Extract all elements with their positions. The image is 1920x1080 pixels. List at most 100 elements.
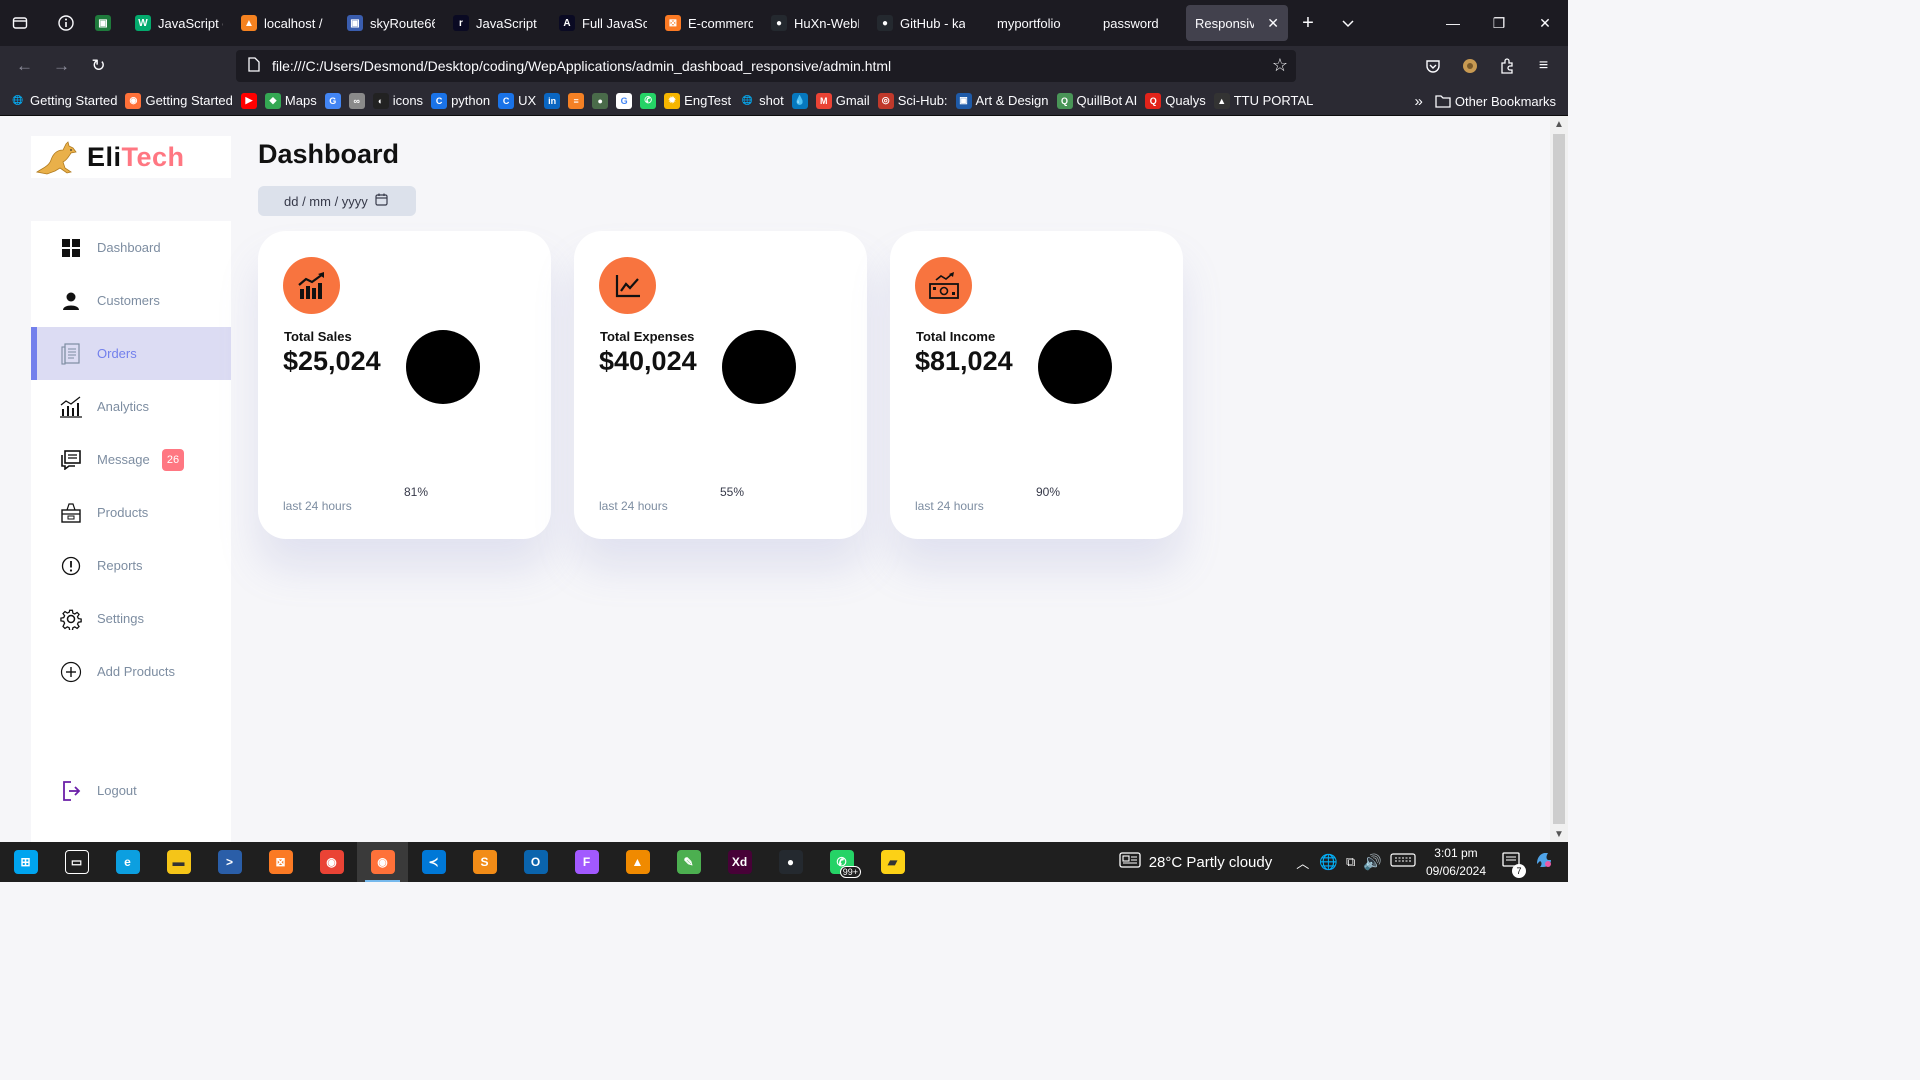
weather-text[interactable]: 28°C Partly cloudy <box>1149 854 1273 871</box>
taskbar-app[interactable]: O <box>510 842 561 882</box>
bookmark-item[interactable]: ◐ icons <box>372 92 423 109</box>
minimize-icon[interactable]: — <box>1430 0 1476 46</box>
other-bookmarks[interactable]: Other Bookmarks <box>1435 94 1556 109</box>
taskbar-app[interactable]: Xd <box>714 842 765 882</box>
sidebar-item-analytics[interactable]: Analytics <box>31 380 231 433</box>
bookmark-item[interactable]: Cpython <box>431 92 490 109</box>
bookmark-item[interactable]: M Gmail <box>815 92 870 109</box>
bookmark-item[interactable]: 💧 <box>791 92 808 109</box>
sidebar-item-dashboard[interactable]: Dashboard <box>31 221 231 274</box>
pinned-tab[interactable]: ▣ <box>86 5 126 41</box>
taskbar-app[interactable]: ▰ <box>867 842 918 882</box>
close-window-icon[interactable]: ✕ <box>1522 0 1568 46</box>
bookmark-item[interactable]: C UX <box>498 92 536 109</box>
browser-tab[interactable]: ▣ skyRoute66 <box>338 5 444 41</box>
browser-tab[interactable]: password <box>1080 5 1186 41</box>
taskbar-app[interactable]: ◉ <box>306 842 357 882</box>
copilot-icon[interactable] <box>1534 850 1554 874</box>
calendar-icon[interactable] <box>375 193 388 209</box>
new-tab-icon[interactable]: + <box>1288 0 1328 46</box>
bookmark-item[interactable]: ▣ Art & Design <box>955 92 1049 109</box>
taskbar-app[interactable]: ✎ <box>663 842 714 882</box>
sidebar-item-customers[interactable]: Customers <box>31 274 231 327</box>
browser-tab[interactable]: ⊠ E-commerc <box>656 5 762 41</box>
logo[interactable]: EliTech <box>31 136 231 178</box>
bookmark-item[interactable]: ◉ Getting Started <box>125 92 233 109</box>
bookmarks-overflow-icon[interactable]: » <box>1415 93 1423 110</box>
scroll-up-icon[interactable]: ▲ <box>1550 116 1568 132</box>
bookmark-item[interactable]: ▶ <box>240 92 257 109</box>
forward-arrow-icon[interactable]: → <box>43 46 80 86</box>
bookmark-item[interactable]: ≡ <box>568 92 585 109</box>
taskbar-clock[interactable]: 3:01 pm 09/06/2024 <box>1426 844 1486 880</box>
taskbar-app[interactable]: ● <box>765 842 816 882</box>
date-input[interactable]: dd / mm / yyyy <box>258 186 416 216</box>
tab-overflow-chevron-icon[interactable] <box>1328 0 1368 46</box>
taskbar-app[interactable]: ≺ <box>408 842 459 882</box>
tab-list-icon[interactable] <box>0 0 40 46</box>
browser-tab[interactable]: Responsive A ✕ <box>1186 5 1288 41</box>
taskbar-app[interactable]: ⊞ <box>0 842 51 882</box>
bookmark-item[interactable]: Q Qualys <box>1145 92 1206 109</box>
notifications-icon[interactable]: 7 <box>1502 852 1526 878</box>
browser-tab[interactable]: myportfolio <box>974 5 1080 41</box>
browser-tab[interactable]: A Full JavaScr <box>550 5 656 41</box>
sidebar-item-reports[interactable]: Reports <box>31 539 231 592</box>
scrollbar-thumb[interactable] <box>1553 134 1565 824</box>
tab-info-icon[interactable] <box>46 0 86 46</box>
address-bar[interactable]: file:///C:/Users/Desmond/Desktop/coding/… <box>236 50 1296 82</box>
bookmark-item[interactable]: 🌐 shot <box>739 93 784 109</box>
bookmark-item[interactable]: ✹ EngTest <box>664 92 731 109</box>
sidebar-item-orders[interactable]: Orders <box>31 327 231 380</box>
browser-tab[interactable]: r JavaScript D <box>444 5 550 41</box>
reload-icon[interactable]: ↻ <box>80 46 117 86</box>
hamburger-menu-icon[interactable]: ≡ <box>1525 46 1562 86</box>
bookmark-item[interactable]: in <box>544 92 561 109</box>
page-scrollbar[interactable]: ▲ ▼ <box>1550 116 1568 842</box>
taskbar-app[interactable]: ▭ <box>51 842 102 882</box>
pocket-icon[interactable] <box>1414 46 1451 86</box>
scroll-down-icon[interactable]: ▼ <box>1550 826 1568 842</box>
close-tab-icon[interactable]: ✕ <box>1267 15 1279 32</box>
bookmark-item[interactable]: ◎ Sci-Hub: <box>877 92 948 109</box>
taskbar-app[interactable]: S <box>459 842 510 882</box>
browser-tab[interactable]: ● GitHub - ka <box>868 5 974 41</box>
browser-tab[interactable]: ▲ localhost / <box>232 5 338 41</box>
back-arrow-icon[interactable]: ← <box>6 46 43 86</box>
bookmark-star-icon[interactable]: ☆ <box>1272 55 1288 76</box>
bookmark-item[interactable]: ∞ <box>348 92 365 109</box>
bookmark-item[interactable]: ◆ Maps <box>264 92 317 109</box>
bookmark-item[interactable]: G <box>616 92 633 109</box>
taskbar-app[interactable]: F <box>561 842 612 882</box>
taskbar-app[interactable]: ◉ <box>357 842 408 882</box>
browser-tab[interactable]: ● HuXn-WebD <box>762 5 868 41</box>
bookmark-item[interactable]: 🌐 Getting Started <box>10 93 117 109</box>
taskbar-app[interactable]: ⊠ <box>255 842 306 882</box>
bookmark-item[interactable]: ● <box>592 92 609 109</box>
sidebar-item-settings[interactable]: Settings <box>31 592 231 645</box>
taskbar-app[interactable]: ▬ <box>153 842 204 882</box>
restore-icon[interactable]: ❐ <box>1476 0 1522 46</box>
sidebar-item-add-products[interactable]: Add Products <box>31 645 231 698</box>
bookmark-item[interactable]: ✆ <box>640 92 657 109</box>
keyboard-icon[interactable] <box>1390 852 1416 872</box>
sidebar-item-message[interactable]: Message 26 <box>31 433 231 486</box>
weather-icon[interactable] <box>1119 852 1141 872</box>
taskbar-app[interactable]: ▲ <box>612 842 663 882</box>
bookmark-item[interactable]: Q QuillBot AI <box>1056 92 1137 109</box>
extensions-puzzle-icon[interactable] <box>1488 46 1525 86</box>
language-globe-icon[interactable]: 🌐 <box>1319 853 1338 871</box>
sidebar-item-logout[interactable]: Logout <box>31 764 231 817</box>
sidebar-item-products[interactable]: Products <box>31 486 231 539</box>
camera-icon[interactable]: ⧉ <box>1346 854 1355 870</box>
vscode-icon: ≺ <box>421 850 446 874</box>
browser-tab[interactable]: W JavaScript c <box>126 5 232 41</box>
taskbar-app[interactable]: ✆ 99+ <box>816 842 867 882</box>
taskbar-app[interactable]: e <box>102 842 153 882</box>
bookmark-item[interactable]: ▲ TTU PORTAL <box>1213 92 1313 109</box>
taskbar-app[interactable]: > <box>204 842 255 882</box>
bookmark-item[interactable]: G <box>324 92 341 109</box>
volume-icon[interactable]: 🔊 <box>1363 853 1382 871</box>
extension-icon[interactable] <box>1451 46 1488 86</box>
tray-overflow-icon[interactable]: ︿ <box>1296 853 1309 872</box>
